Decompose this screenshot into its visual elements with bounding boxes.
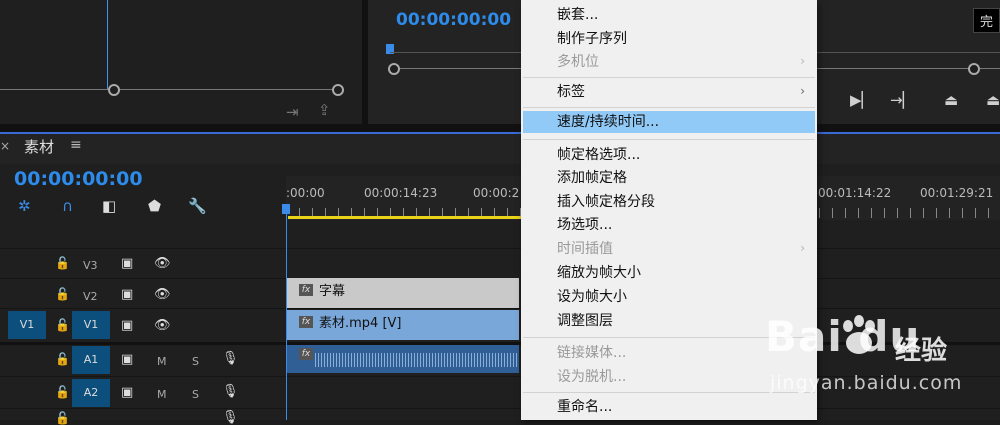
sync-lock-icon[interactable]: ▣ (121, 287, 133, 302)
play-icon[interactable]: ▶▏ (850, 91, 873, 109)
add-marker-icon[interactable]: ⬟ (148, 197, 161, 215)
program-zoom-handle-left[interactable] (388, 63, 400, 75)
finish-badge[interactable]: 完 (972, 8, 1000, 33)
work-area-bar[interactable] (288, 216, 528, 219)
program-zoom-handle-right[interactable] (968, 63, 980, 75)
lock-icon[interactable]: 🔓 (55, 318, 70, 332)
clip-label: 素材.mp4 [V] (319, 316, 402, 331)
sync-lock-icon[interactable]: ▣ (121, 385, 133, 400)
track-separator (0, 248, 1000, 249)
playhead-line (286, 212, 287, 420)
solo-button[interactable]: S (192, 388, 199, 401)
fx-badge: fx (299, 284, 313, 296)
menu-item-make-offline: 设为脱机... (557, 369, 627, 385)
ruler-label: 00:00:14:23 (364, 186, 438, 200)
lock-icon[interactable]: 🔓 (55, 287, 70, 301)
ruler-label: :00:00 (286, 186, 325, 200)
menu-separator (523, 139, 815, 140)
track-label-v3[interactable]: V3 (83, 259, 98, 272)
menu-item-scale-to-frame-size[interactable]: 缩放为帧大小 (557, 262, 641, 284)
eye-icon[interactable]: 👁 (154, 287, 171, 302)
fx-badge: fx (299, 348, 313, 360)
ruler-label: 00:00:2 (473, 186, 520, 200)
menu-item-set-to-frame-size[interactable]: 设为帧大小 (557, 286, 627, 308)
menu-separator (523, 107, 815, 108)
track-label-a1[interactable]: A1 (72, 346, 110, 374)
ruler-label: 00:01:29:21 (920, 186, 994, 200)
tab-timeline-sequence[interactable]: 素材 (24, 136, 54, 157)
eye-icon[interactable]: 👁 (154, 256, 171, 271)
source-patch-v1[interactable]: V1 (8, 311, 46, 339)
source-monitor-panel: ⇥ ⇪ (0, 0, 362, 124)
microphone-icon[interactable]: 🎙 (222, 351, 239, 366)
tab-menu-icon[interactable]: ≡ (70, 137, 82, 153)
menu-item-multicam: 多机位 (557, 54, 599, 70)
submenu-arrow-icon: › (800, 241, 805, 255)
menu-item-rename[interactable]: 重命名... (557, 396, 612, 418)
menu-item-speed-duration[interactable]: 速度/持续时间... (557, 111, 659, 133)
snap-icon[interactable]: ∩ (62, 197, 73, 215)
lock-icon[interactable]: 🔓 (55, 385, 70, 399)
insert-icon[interactable]: ⇥ (286, 103, 299, 121)
menu-item-label[interactable]: 标签 (557, 81, 585, 103)
submenu-arrow-icon: › (800, 84, 805, 98)
audio-waveform (315, 353, 519, 367)
audio-clip[interactable]: fx (287, 345, 519, 373)
source-zoom-handle-left[interactable] (108, 84, 120, 96)
tab-close-icon[interactable]: × (0, 139, 10, 153)
baidu-paw-icon (843, 315, 875, 354)
program-timecode[interactable]: 00:00:00:00 (396, 10, 511, 30)
mute-button[interactable]: M (157, 388, 167, 401)
menu-item-time-interpolation: 时间插值 (557, 241, 613, 257)
microphone-icon[interactable]: 🎙 (222, 410, 239, 425)
step-forward-icon[interactable]: →▏ (890, 91, 914, 109)
title-clip[interactable]: fx 字幕 (287, 278, 519, 308)
lift-icon[interactable]: ⏏ (944, 91, 958, 109)
watermark-url: jingyan.baidu.com (770, 372, 963, 394)
sync-lock-icon[interactable]: ▣ (121, 256, 133, 271)
track-separator (0, 308, 1000, 309)
menu-item-make-subsequence[interactable]: 制作子序列 (557, 28, 627, 50)
sync-lock-icon[interactable]: ▣ (121, 318, 133, 333)
video-clip[interactable]: fx 素材.mp4 [V] (287, 310, 519, 340)
watermark-cn: 经验 (895, 336, 948, 366)
sync-lock-icon[interactable]: ▣ (121, 352, 133, 367)
lock-icon[interactable]: 🔓 (55, 256, 70, 270)
timeline-header (0, 132, 1000, 164)
panel-divider-horizontal (0, 124, 1000, 132)
menu-item-nest[interactable]: 嵌套... (557, 4, 598, 26)
menu-item-field-options[interactable]: 场选项... (557, 214, 612, 236)
nest-icon[interactable]: ✲ (18, 197, 31, 215)
source-zoom-handle-right[interactable] (332, 84, 344, 96)
lock-icon[interactable]: 🔓 (55, 411, 70, 425)
track-separator (0, 408, 1000, 409)
eye-icon[interactable]: 👁 (154, 318, 171, 333)
track-label-v2[interactable]: V2 (83, 290, 98, 303)
submenu-arrow-icon: › (800, 54, 805, 68)
wrench-icon[interactable]: 🔧 (188, 197, 207, 215)
extract-icon[interactable]: ⏏ (986, 91, 1000, 109)
clip-label: 字幕 (319, 284, 346, 299)
overwrite-icon[interactable]: ⇪ (318, 101, 331, 119)
menu-item-link-media: 链接媒体... (557, 345, 627, 361)
linked-selection-icon[interactable]: ◧ (102, 197, 116, 215)
menu-item-add-frame-hold[interactable]: 添加帧定格 (557, 167, 627, 189)
microphone-icon[interactable]: 🎙 (222, 384, 239, 399)
fx-badge: fx (299, 316, 313, 328)
timeline-timecode[interactable]: 00:00:00:00 (14, 168, 143, 190)
menu-item-adjustment-layer[interactable]: 调整图层 (557, 310, 613, 332)
track-label-v1[interactable]: V1 (72, 311, 110, 339)
menu-separator (523, 77, 815, 78)
source-playhead-line (107, 0, 108, 90)
mute-button[interactable]: M (157, 355, 167, 368)
menu-item-frame-hold-options[interactable]: 帧定格选项... (557, 144, 640, 166)
source-scrub-bar[interactable] (0, 89, 340, 90)
lock-icon[interactable]: 🔓 (55, 352, 70, 366)
solo-button[interactable]: S (192, 355, 199, 368)
ruler-label: 00:01:14:22 (818, 186, 892, 200)
track-label-a2[interactable]: A2 (72, 379, 110, 407)
menu-item-insert-frame-hold-segment[interactable]: 插入帧定格分段 (557, 191, 655, 213)
